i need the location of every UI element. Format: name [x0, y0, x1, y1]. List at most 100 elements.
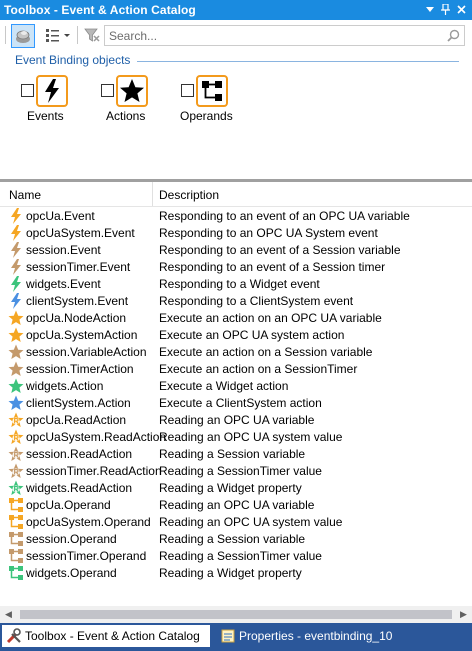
row-name: opcUa.Operand: [26, 498, 111, 512]
scroll-right-icon[interactable]: ▶: [455, 606, 472, 623]
categories-icon: [16, 30, 30, 43]
close-icon[interactable]: [454, 2, 468, 17]
table-row[interactable]: opcUa.Operand Reading an OPC UA variable: [0, 496, 472, 513]
table-row[interactable]: sessionTimer.Operand Reading a SessionTim…: [0, 547, 472, 564]
actions-checkbox[interactable]: [101, 84, 114, 97]
table-row[interactable]: sessionTimer.Event Responding to an event…: [0, 258, 472, 275]
row-description: Execute a ClientSystem action: [159, 396, 322, 410]
pin-icon[interactable]: [438, 2, 452, 17]
row-name: opcUa.SystemAction: [26, 328, 138, 342]
star-icon: [8, 344, 24, 360]
table-row[interactable]: session.Operand Reading a Session variabl…: [0, 530, 472, 547]
lightning-icon: [8, 242, 24, 258]
row-name: session.Operand: [26, 532, 117, 546]
operand-icon: [8, 565, 24, 581]
row-description: Responding to an event of a Session time…: [159, 260, 386, 274]
events-checkbox[interactable]: [21, 84, 34, 97]
table-row[interactable]: session.VariableAction Execute an action …: [0, 343, 472, 360]
table-row[interactable]: session.Event Responding to an event of a…: [0, 241, 472, 258]
table-row[interactable]: opcUa.NodeAction Execute an action on an …: [0, 309, 472, 326]
scroll-left-icon[interactable]: ◀: [0, 606, 17, 623]
lightning-icon: [8, 259, 24, 275]
list-options-icon: [46, 29, 70, 42]
row-description: Reading an OPC UA system value: [159, 430, 343, 444]
table-row[interactable]: opcUaSystem.Operand Reading an OPC UA sys…: [0, 513, 472, 530]
lightning-icon: [8, 276, 24, 292]
row-name: sessionTimer.Event: [26, 260, 131, 274]
table-row[interactable]: opcUaSystem.Event Responding to an OPC UA…: [0, 224, 472, 241]
star-icon: [8, 361, 24, 377]
row-description: Reading a Widget property: [159, 566, 302, 580]
row-description: Reading an OPC UA variable: [159, 413, 315, 427]
row-name: opcUa.NodeAction: [26, 311, 127, 325]
star-icon: [8, 310, 24, 326]
categorized-view-button[interactable]: [11, 24, 35, 48]
operands-checkbox[interactable]: [181, 84, 194, 97]
operands-label: Operands: [180, 109, 233, 123]
catalog-list: Name Description opcUa.Event Responding t…: [0, 182, 472, 606]
column-divider[interactable]: [152, 182, 153, 206]
window-title: Toolbox - Event & Action Catalog: [4, 3, 196, 17]
read-star-icon: [8, 480, 24, 496]
dropdown-arrow-icon[interactable]: [423, 2, 437, 17]
table-row[interactable]: sessionTimer.ReadAction Reading a Session…: [0, 462, 472, 479]
search-icon[interactable]: [447, 29, 460, 45]
operand-icon: [8, 497, 24, 513]
row-description: Reading a Session variable: [159, 447, 306, 461]
row-name: session.TimerAction: [26, 362, 134, 376]
tab-properties[interactable]: Properties - eventbinding_10: [216, 625, 392, 647]
properties-icon: [220, 628, 236, 644]
table-row[interactable]: widgets.Action Execute a Widget action: [0, 377, 472, 394]
table-row[interactable]: clientSystem.Event Responding to a Client…: [0, 292, 472, 309]
clear-filter-button[interactable]: [82, 24, 102, 46]
row-name: clientSystem.Action: [26, 396, 131, 410]
table-row[interactable]: opcUaSystem.ReadAction Reading an OPC UA …: [0, 428, 472, 445]
row-description: Responding to a ClientSystem event: [159, 294, 354, 308]
row-description: Responding to an OPC UA System event: [159, 226, 378, 240]
table-row[interactable]: widgets.Operand Reading a Widget property: [0, 564, 472, 581]
operand-icon: [8, 514, 24, 530]
actions-label: Actions: [106, 109, 146, 123]
star-icon[interactable]: [116, 75, 148, 107]
scrollbar-thumb[interactable]: [20, 610, 452, 619]
column-header-name[interactable]: Name: [9, 188, 41, 202]
row-name: widgets.Event: [26, 277, 101, 291]
row-name: session.VariableAction: [26, 345, 147, 359]
table-row[interactable]: widgets.Event Responding to a Widget even…: [0, 275, 472, 292]
star-icon: [8, 395, 24, 411]
table-row[interactable]: opcUa.ReadAction Reading an OPC UA variab…: [0, 411, 472, 428]
row-description: Responding to an event of a Session vari…: [159, 243, 401, 257]
table-row[interactable]: opcUa.Event Responding to an event of an …: [0, 207, 472, 224]
table-row[interactable]: opcUa.SystemAction Execute an OPC UA syst…: [0, 326, 472, 343]
row-description: Execute a Widget action: [159, 379, 289, 393]
row-description: Reading an OPC UA variable: [159, 498, 315, 512]
row-name: widgets.ReadAction: [26, 481, 133, 495]
table-row[interactable]: widgets.ReadAction Reading a Widget prope…: [0, 479, 472, 496]
search-input[interactable]: [109, 28, 429, 44]
table-row[interactable]: session.TimerAction Execute an action on …: [0, 360, 472, 377]
lightning-icon: [8, 208, 24, 224]
row-description: Execute an OPC UA system action: [159, 328, 345, 342]
row-description: Reading an OPC UA system value: [159, 515, 343, 529]
row-name: sessionTimer.Operand: [26, 549, 147, 563]
clear-filter-icon: [84, 28, 100, 42]
table-row[interactable]: clientSystem.Action Execute a ClientSyste…: [0, 394, 472, 411]
column-header-description[interactable]: Description: [159, 188, 219, 202]
list-options-button[interactable]: [42, 24, 74, 46]
read-star-icon: [8, 446, 24, 462]
search-box[interactable]: [104, 25, 465, 46]
row-description: Execute an action on an OPC UA variable: [159, 311, 382, 325]
read-star-icon: [8, 463, 24, 479]
operand-tree-icon[interactable]: [196, 75, 228, 107]
tab-bar: Toolbox - Event & Action Catalog Propert…: [0, 623, 472, 651]
horizontal-scrollbar[interactable]: ◀ ▶: [0, 606, 472, 623]
events-label: Events: [27, 109, 64, 123]
lightning-icon: [8, 293, 24, 309]
tab-toolbox[interactable]: Toolbox - Event & Action Catalog: [2, 625, 210, 647]
row-name: clientSystem.Event: [26, 294, 129, 308]
lightning-icon[interactable]: [36, 75, 68, 107]
star-icon: [8, 327, 24, 343]
toolbar-separator: [77, 26, 78, 44]
toolbar: [0, 20, 472, 52]
table-row[interactable]: session.ReadAction Reading a Session vari…: [0, 445, 472, 462]
